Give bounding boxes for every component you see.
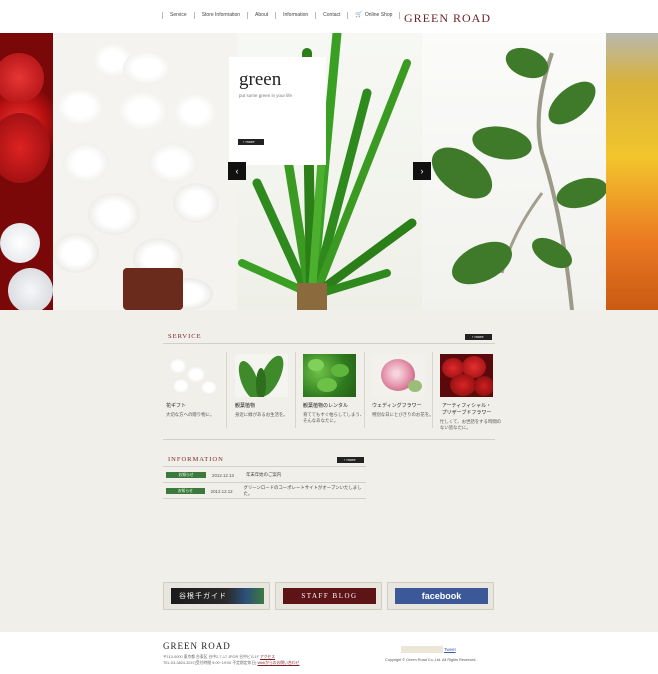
service-separator — [226, 352, 227, 428]
hero-more-label: more — [245, 139, 255, 144]
info-row[interactable]: お知らせ 2012.12.13 年末年始のご案内 — [166, 469, 366, 481]
service-thumb-plant-rental — [303, 354, 356, 397]
info-text: グリーンロードのコーポレートサイトがオープンいたしました。 — [243, 485, 362, 496]
hero-image-yellow-roses — [606, 33, 658, 310]
service-item-plant-rental[interactable]: 観葉植物のレンタル 育ててもすぐ枯らしてしまう、 そんなあなたに。 — [303, 354, 364, 424]
service-item-artificial-flower[interactable]: アーティフィシャル・ プリザーブドフラワー 忙しくて、お世話をする時間の ない皆なた… — [440, 354, 501, 431]
service-item-flower-gift[interactable]: 花ギフト 大切な方への贈り物に。 — [166, 354, 219, 418]
service-title: 観葉植物のレンタル — [303, 403, 349, 409]
nav-contact[interactable]: Contact — [315, 12, 347, 19]
info-badge: お知らせ — [166, 488, 205, 494]
cart-icon: 🛒 — [355, 12, 363, 18]
information-more-label: more — [346, 457, 356, 462]
footer-access-link[interactable]: アクセス — [260, 655, 275, 659]
nav-online-shop-label: Online Shop — [364, 12, 393, 18]
tweet-button[interactable]: Tweet — [444, 647, 456, 652]
service-title: アーティフィシャル・ プリザーブドフラワー — [440, 402, 493, 416]
service-thumb-wedding-flower — [372, 354, 425, 397]
service-heading: SERVICE — [168, 333, 202, 340]
hero-slider: green put some green in your life › more… — [0, 33, 658, 310]
service-desc: 育ててもすぐ枯らしてしまう、 そんなあなたに。 — [303, 412, 364, 424]
service-divider — [163, 343, 495, 344]
ficus-leaves-graphic — [431, 47, 606, 310]
service-thumb-artificial-flower — [440, 354, 493, 397]
slider-prev-button[interactable]: ‹ — [228, 162, 246, 180]
staff-blog-banner-label: STAFF BLOG — [283, 588, 376, 604]
facebook-banner[interactable]: facebook — [387, 582, 494, 610]
info-date: 2012.12.13 — [212, 472, 234, 478]
information-heading: INFORMATION — [168, 456, 224, 463]
service-title: 花ギフト — [166, 403, 187, 409]
footer-contact-link[interactable]: Webからのお問い合わせ — [257, 661, 299, 665]
service-separator — [364, 352, 365, 428]
chevron-right-icon: › — [420, 166, 424, 176]
site-logo[interactable]: GREEN ROAD — [404, 11, 491, 26]
info-row[interactable]: お知らせ 2012.12.12 グリーンロードのコーポレートサイトがオープンいた… — [166, 485, 366, 497]
nav-store-information[interactable]: Store Information — [193, 12, 247, 19]
hero-image-roses — [0, 33, 53, 310]
service-item-wedding-flower[interactable]: ウェディングフラワー 特別な日にとびきりのお花を。 — [372, 354, 434, 418]
footer-address: 〒110-0000 東京都 台東区 谷中2-7-17 JPOR 谷中ビル1F ア… — [163, 654, 299, 666]
staff-blog-banner[interactable]: STAFF BLOG — [275, 582, 382, 610]
copyright: Copyright © Green Road Co.,Ltd. All Righ… — [385, 658, 477, 662]
service-title-line: アーティフィシャル・ — [441, 403, 492, 409]
chevron-left-icon: ‹ — [235, 166, 239, 176]
info-date: 2012.12.12 — [210, 488, 233, 494]
global-nav: Service Store Information About Informat… — [162, 12, 401, 19]
guide-banner-label: 谷根千ガイド — [171, 588, 264, 604]
service-title-line: プリザーブドフラワー — [441, 410, 492, 416]
service-more-button[interactable]: › more — [465, 334, 492, 340]
facebook-banner-label: facebook — [395, 588, 488, 604]
nav-information[interactable]: Information — [275, 12, 315, 19]
information-more-button[interactable]: › more — [337, 457, 364, 463]
service-desc: 特別な日にとびきりのお花を。 — [372, 412, 434, 417]
nav-online-shop[interactable]: 🛒 Online Shop — [347, 12, 401, 19]
info-badge: お知らせ — [166, 472, 206, 478]
hero-image-ficus — [422, 33, 606, 310]
hero-more-button[interactable]: › more — [238, 139, 264, 145]
site-header: Service Store Information About Informat… — [0, 0, 658, 33]
service-thumb-flower-gift — [166, 354, 219, 397]
nav-service[interactable]: Service — [162, 12, 194, 19]
service-item-foliage-plants[interactable]: 観葉植物 身近に緑があるお生活を。 — [235, 354, 288, 418]
hero-subtitle: put some green in your life — [239, 93, 293, 98]
information-divider — [163, 466, 366, 467]
service-desc: 身近に緑があるお生活を。 — [235, 412, 288, 417]
footer-logo: GREEN ROAD — [163, 641, 231, 651]
info-row-divider — [163, 482, 366, 483]
service-more-label: more — [474, 334, 484, 339]
service-thumb-foliage-plants — [235, 354, 288, 397]
service-desc-line: そんなあなたに。 — [303, 418, 339, 423]
info-text: 年末年始のご案内 — [246, 472, 282, 477]
slider-next-button[interactable]: › — [413, 162, 431, 180]
service-title: ウェディングフラワー — [372, 403, 422, 409]
tweet-count-box — [401, 646, 443, 653]
service-desc-line: ない皆なたに。 — [440, 425, 471, 430]
info-row-divider — [163, 498, 366, 499]
section-divider — [163, 439, 495, 440]
hero-image-orchids — [53, 33, 237, 310]
footer-tel-line: TEL:03-3824-3247(受付時間 9:00~19:00 不定期定休日) — [163, 661, 257, 665]
guide-banner[interactable]: 谷根千ガイド — [163, 582, 270, 610]
footer-address-line: 〒110-0000 東京都 台東区 谷中2-7-17 JPOR 谷中ビル1F — [163, 655, 259, 659]
service-desc: 忙しくて、お世話をする時間の ない皆なたに。 — [440, 419, 501, 431]
hero-caption-card: green put some green in your life › more — [229, 57, 326, 165]
service-separator — [432, 352, 433, 428]
service-separator — [295, 352, 296, 428]
service-desc: 大切な方への贈り物に。 — [166, 412, 215, 417]
nav-about[interactable]: About — [247, 12, 275, 19]
hero-title: green — [239, 69, 282, 90]
service-title: 観葉植物 — [235, 403, 256, 409]
site-footer: GREEN ROAD 〒110-0000 東京都 台東区 谷中2-7-17 JP… — [0, 632, 658, 674]
